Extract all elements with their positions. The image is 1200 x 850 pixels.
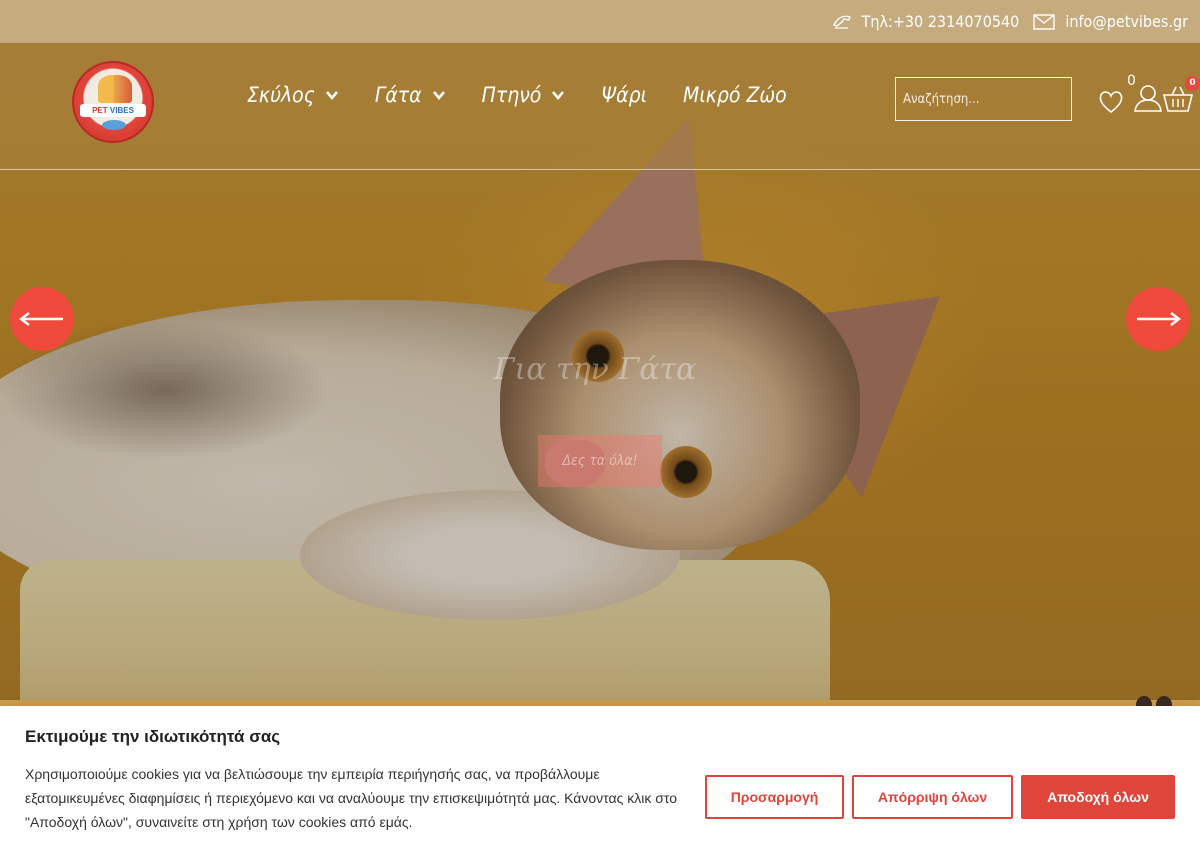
nav-label: Γάτα — [374, 83, 422, 107]
nav-item-cat[interactable]: Γάτα — [375, 83, 446, 107]
slide-title: Για την Γάτα — [493, 352, 697, 387]
slider-next-button[interactable] — [1126, 287, 1190, 351]
cookie-title: Εκτιμούμε την ιδιωτικότητά σας — [25, 727, 281, 746]
slider-prev-button[interactable] — [10, 287, 74, 351]
email-text: info@petvibes.gr — [1065, 12, 1188, 31]
cart-count-badge: 0 — [1185, 76, 1200, 91]
search-input[interactable] — [895, 77, 1072, 121]
nav-label: Πτηνό — [481, 83, 542, 107]
logo-fish-graphic — [102, 120, 126, 130]
nav-label: Μικρό Ζώο — [683, 83, 787, 107]
chevron-down-icon — [325, 91, 338, 101]
main-header: PET VIBES Σκύλος Γάτα Πτηνό Ψάρι Μικρό Ζ… — [0, 43, 1200, 170]
arrow-right-icon — [1137, 312, 1181, 326]
mail-icon — [1033, 13, 1056, 30]
arrow-left-icon — [19, 312, 63, 326]
chevron-down-icon — [432, 91, 445, 101]
nav-label: Ψάρι — [601, 83, 648, 107]
phone-link[interactable]: Τηλ:+30 2314070540 — [832, 12, 1020, 31]
chevron-down-icon — [552, 91, 565, 101]
main-nav: Σκύλος Γάτα Πτηνό Ψάρι Μικρό Ζώο — [247, 83, 787, 107]
logo-pets-graphic — [98, 75, 132, 103]
logo-text-pet: PET — [92, 106, 108, 115]
nav-item-small-animal[interactable]: Μικρό Ζώο — [683, 83, 787, 107]
site-logo[interactable]: PET VIBES — [72, 61, 154, 143]
cookie-description: Χρησιμοποιούμε cookies για να βελτιώσουμ… — [25, 766, 677, 830]
top-bar: Τηλ:+30 2314070540 info@petvibes.gr — [0, 0, 1200, 43]
nav-item-fish[interactable]: Ψάρι — [601, 83, 647, 107]
logo-text: PET VIBES — [80, 104, 146, 117]
cookie-reject-all-button[interactable]: Απόρριψη όλων — [852, 775, 1013, 819]
nav-label: Σκύλος — [247, 83, 315, 107]
email-link[interactable]: info@petvibes.gr — [1033, 12, 1188, 31]
logo-text-vibes: VIBES — [109, 106, 134, 115]
cookie-accept-all-button[interactable]: Αποδοχή όλων — [1021, 775, 1175, 819]
heart-icon[interactable] — [1098, 90, 1124, 118]
nav-item-bird[interactable]: Πτηνό — [482, 83, 566, 107]
cookie-banner: Εκτιμούμε την ιδιωτικότητά σας Χρησιμοπο… — [0, 706, 1200, 850]
cookie-customize-button[interactable]: Προσαρμογή — [705, 775, 844, 819]
nav-item-dog[interactable]: Σκύλος — [247, 83, 339, 107]
phone-text: Τηλ:+30 2314070540 — [861, 12, 1020, 31]
phone-icon — [832, 13, 852, 31]
slide-cta-button[interactable]: Δες τα όλα! — [538, 435, 662, 487]
user-icon[interactable] — [1133, 83, 1163, 117]
